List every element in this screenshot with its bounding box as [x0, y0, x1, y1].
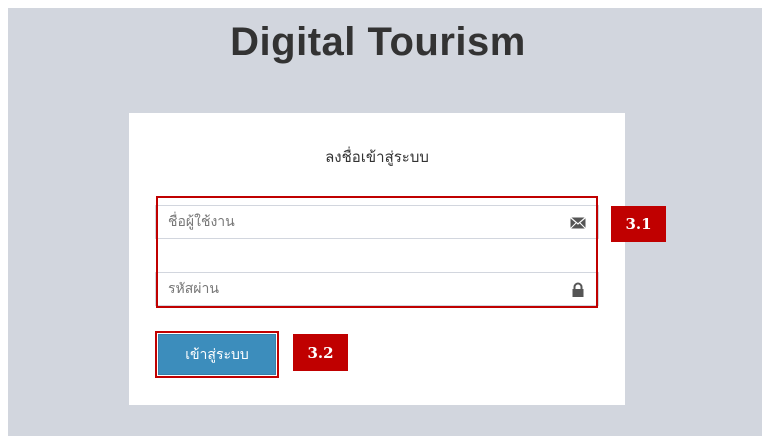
annotation-badge-3-1: 3.1 [611, 206, 666, 242]
fields-highlight-box [156, 196, 598, 308]
annotation-badge-3-2: 3.2 [293, 334, 348, 371]
login-page: Digital Tourism ลงชื่อเข้าสู่ระบบ ชื่อผู… [8, 8, 762, 436]
login-heading: ลงชื่อเข้าสู่ระบบ [325, 148, 429, 166]
app-title: Digital Tourism [230, 20, 526, 64]
login-button[interactable]: เข้าสู่ระบบ [158, 334, 276, 375]
